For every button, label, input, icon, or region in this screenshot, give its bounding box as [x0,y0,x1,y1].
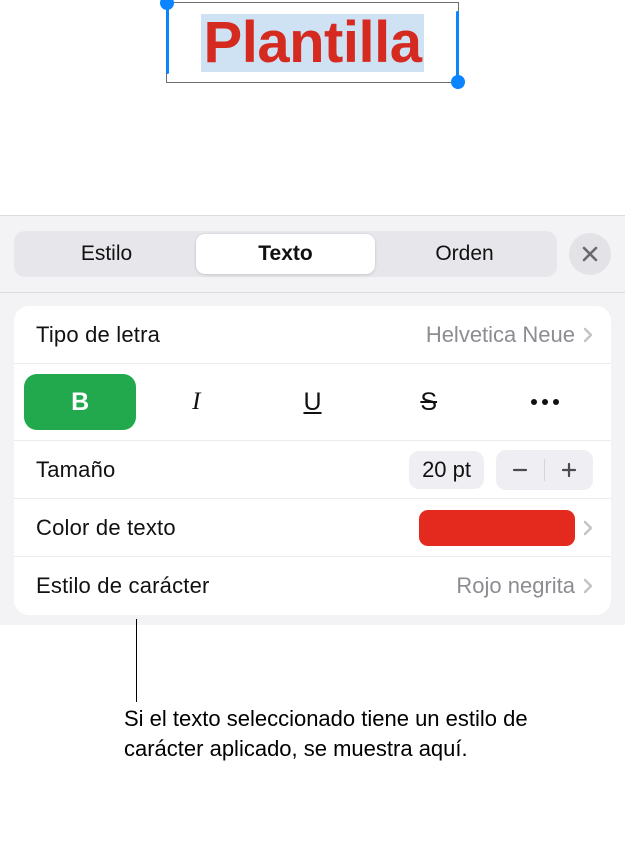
chevron-right-icon [583,578,593,594]
inspector-tabbar: Estilo Texto Orden [0,216,625,293]
bold-button[interactable]: B [24,374,136,430]
plus-icon [560,461,578,479]
close-button[interactable] [569,233,611,275]
text-style-row: B I U S [14,364,611,441]
font-label: Tipo de letra [36,322,160,348]
tab-style[interactable]: Estilo [17,234,196,274]
textbox-text[interactable]: Plantilla [201,14,425,72]
font-row[interactable]: Tipo de letra Helvetica Neue [14,306,611,364]
size-stepper [496,450,593,490]
canvas: Plantilla [0,0,625,215]
callout-annotation: Si el texto seleccionado tiene un estilo… [124,692,534,763]
size-row: Tamaño 20 pt [14,441,611,499]
selection-handle-bottom-right[interactable] [451,75,465,89]
size-decrease-button[interactable] [496,450,544,490]
tab-text[interactable]: Texto [196,234,375,274]
format-inspector-panel: Estilo Texto Orden Tipo de letra Helveti… [0,215,625,625]
close-icon [582,246,598,262]
more-icon [531,399,559,405]
size-value[interactable]: 20 pt [409,451,484,489]
size-increase-button[interactable] [545,450,593,490]
selected-textbox[interactable]: Plantilla [166,2,459,83]
character-style-value: Rojo negrita [456,573,575,599]
callout-text: Si el texto seleccionado tiene un estilo… [124,692,534,763]
size-label: Tamaño [36,457,115,483]
text-color-swatch[interactable] [419,510,575,546]
text-color-row[interactable]: Color de texto [14,499,611,557]
more-options-button[interactable] [489,374,601,430]
strikethrough-button[interactable]: S [373,374,485,430]
minus-icon [511,461,529,479]
character-style-label: Estilo de carácter [36,573,210,599]
chevron-right-icon [583,520,593,536]
underline-button[interactable]: U [256,374,368,430]
font-value: Helvetica Neue [426,322,575,348]
inspector-segmented-control[interactable]: Estilo Texto Orden [14,231,557,277]
character-style-row[interactable]: Estilo de carácter Rojo negrita [14,557,611,615]
italic-button[interactable]: I [140,374,252,430]
callout-leader-line [136,619,137,702]
tab-order[interactable]: Orden [375,234,554,274]
text-color-label: Color de texto [36,515,176,541]
text-options-card: Tipo de letra Helvetica Neue B I U S Tam… [14,306,611,615]
selection-cursor-left[interactable] [166,0,169,74]
chevron-right-icon [583,327,593,343]
